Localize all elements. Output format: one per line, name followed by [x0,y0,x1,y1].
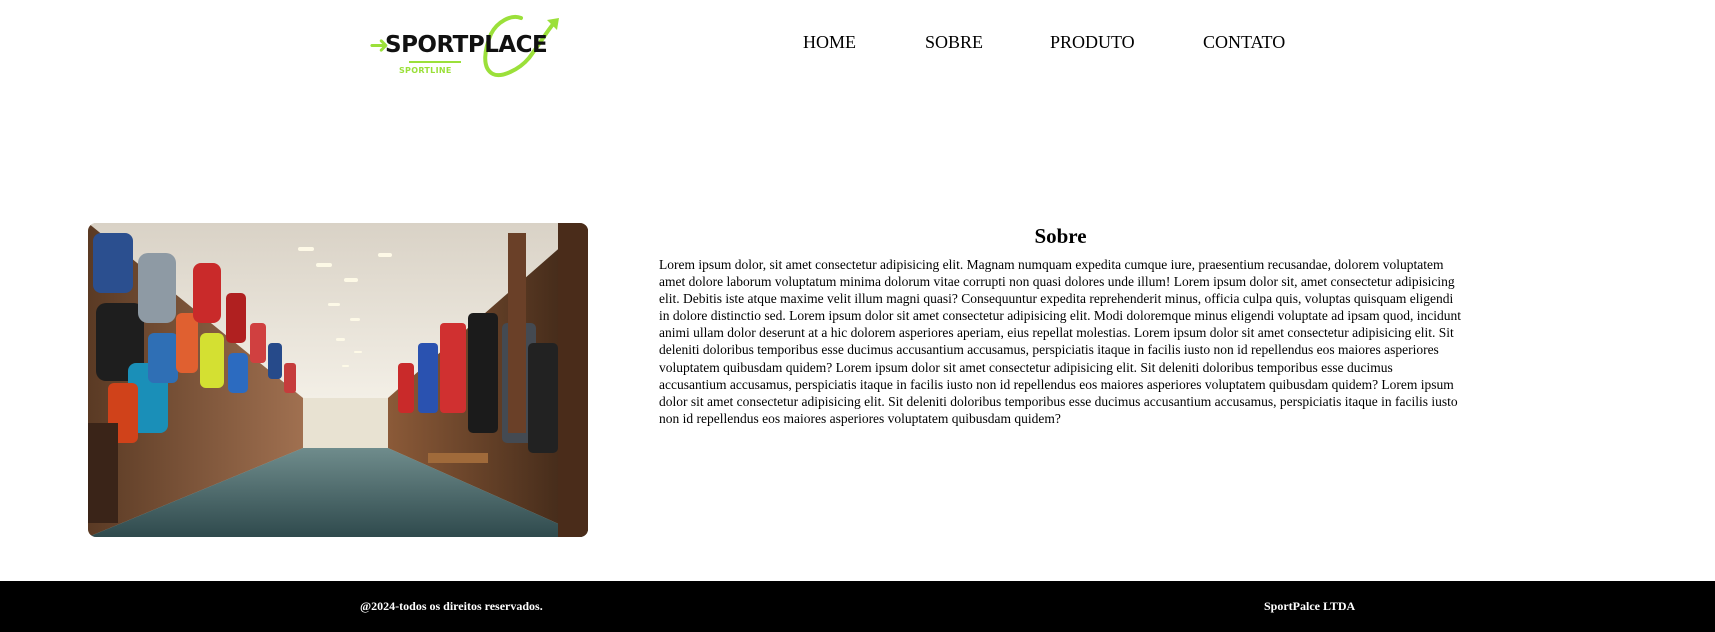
site-header: ➜ SPORTPLACE SPORTLINE HOME SOBRE PRODUT… [0,0,1715,88]
nav-item-produto[interactable]: PRODUTO [1050,32,1135,53]
about-title: Sobre [1034,224,1087,248]
about-body: Lorem ipsum dolor, sit amet consectetur … [659,257,1461,426]
nav-item-sobre[interactable]: SOBRE [925,32,983,53]
nav-item-home[interactable]: HOME [803,32,856,53]
store-photo [88,223,588,537]
nav-item-contato[interactable]: CONTATO [1203,32,1285,53]
main-nav: HOME SOBRE PRODUTO CONTATO [0,32,1715,56]
site-footer: @2024-todos os direitos reservados. Spor… [0,581,1715,632]
logo-tagline: SPORTLINE [399,66,452,75]
footer-copyright: @2024-todos os direitos reservados. [360,599,543,613]
footer-company: SportPalce LTDA [1264,599,1356,613]
about-section: Sobre Lorem ipsum dolor, sit amet consec… [659,222,1462,427]
